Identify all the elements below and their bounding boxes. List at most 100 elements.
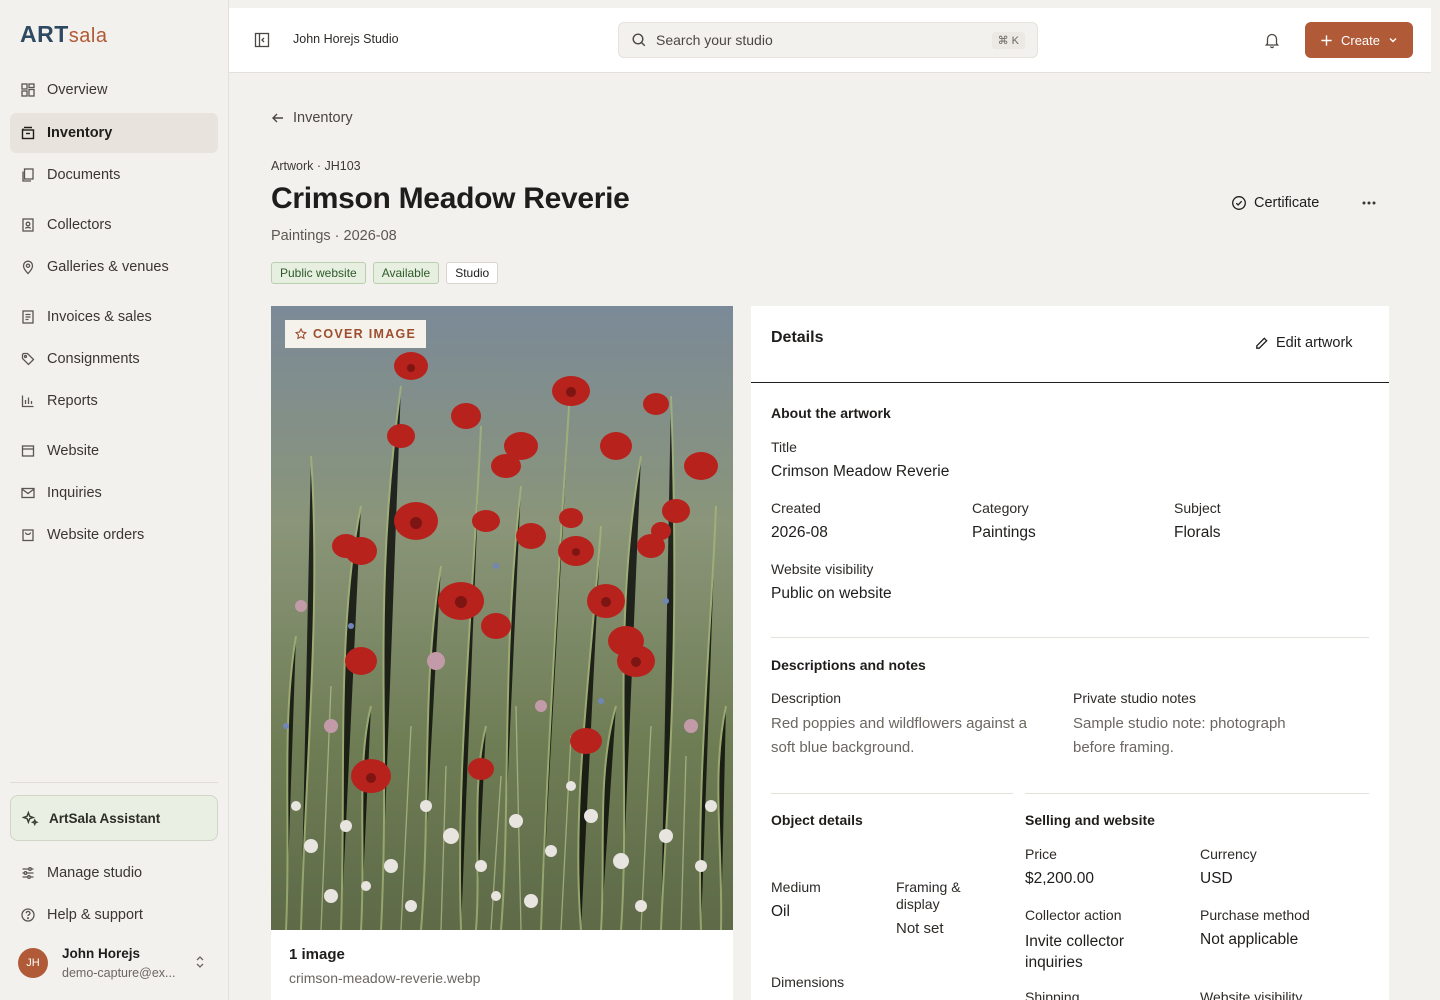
divider (1025, 793, 1369, 794)
map-pin-icon (22, 260, 34, 275)
sidebar-item-inventory[interactable]: Inventory (10, 113, 218, 153)
back-link[interactable]: Inventory (271, 110, 353, 126)
purchase-method-value: Not applicable (1200, 931, 1299, 948)
page-subtitle: Paintings · 2026-08 (271, 228, 397, 244)
sliders-icon (22, 867, 34, 879)
star-icon (295, 328, 307, 340)
certificate-button[interactable]: Certificate (1231, 195, 1319, 211)
sidebar-item-label: Website orders (47, 527, 145, 543)
brand-logo[interactable]: ARTsala (20, 21, 107, 48)
more-options-icon[interactable] (1361, 192, 1377, 212)
status-badge-public: Public website (271, 262, 366, 284)
framing-label-line: display (896, 896, 940, 912)
private-notes-line: Sample studio note: photograph (1073, 715, 1286, 732)
search-shortcut: ⌘ K (991, 32, 1025, 49)
grid-icon (21, 83, 35, 97)
collector-action-line: inquiries (1025, 954, 1083, 971)
studio-name: John Horejs Studio (293, 32, 399, 46)
search-input[interactable] (656, 32, 956, 48)
sparkle-icon (22, 810, 39, 826)
image-filename: crimson-meadow-reverie.webp (289, 970, 481, 986)
created-label: Created (771, 500, 821, 516)
create-button[interactable]: Create (1305, 22, 1413, 58)
sidebar-item-collectors[interactable]: Collectors (10, 205, 218, 245)
sidebar-item-label: Inventory (47, 125, 113, 141)
back-link-label: Inventory (293, 110, 353, 126)
collector-action-label: Collector action (1025, 907, 1122, 923)
invoice-icon (22, 310, 34, 324)
cart-icon (22, 529, 34, 542)
title-label: Title (771, 439, 797, 455)
sidebar-item-inquiries[interactable]: Inquiries (10, 473, 218, 513)
framing-value: Not set (896, 920, 944, 937)
category-label: Category (972, 500, 1029, 516)
mail-icon (21, 487, 35, 499)
artwork-eyebrow: Artwork · JH103 (271, 159, 361, 173)
image-count: 1 image (289, 946, 345, 963)
details-header: Details Edit artwork (751, 306, 1389, 383)
check-circle-icon (1232, 196, 1246, 210)
search-box[interactable]: ⌘ K (618, 22, 1038, 58)
private-notes-label: Private studio notes (1073, 690, 1196, 706)
purchase-method-label: Purchase method (1200, 907, 1310, 923)
divider (771, 637, 1369, 638)
sidebar-item-website[interactable]: Website (10, 431, 218, 471)
website-visibility-label: Website visibility (771, 561, 874, 577)
private-notes-value: Sample studio note: photograph before fr… (1073, 712, 1363, 760)
help-icon (21, 908, 35, 922)
bar-chart-icon (21, 395, 34, 408)
artwork-image[interactable]: COVER IMAGE (271, 306, 733, 930)
collector-action-value: Invite collector inquiries (1025, 931, 1124, 973)
chevron-up-down-icon (196, 956, 204, 968)
sidebar-item-galleries[interactable]: Galleries & venues (10, 247, 218, 287)
private-notes-line: before framing. (1073, 739, 1174, 756)
sidebar-item-label: Reports (47, 393, 98, 409)
dimensions-label: Dimensions (771, 974, 845, 990)
description-value: Red poppies and wildflowers against a so… (771, 712, 1061, 760)
create-button-label: Create (1340, 32, 1381, 48)
manage-studio-link[interactable]: Manage studio (10, 853, 218, 893)
user-name: John Horejs (62, 946, 141, 961)
browser-icon (21, 445, 35, 457)
title-value: Crimson Meadow Reverie (771, 463, 950, 480)
plus-icon (1321, 34, 1332, 46)
edit-artwork-button[interactable]: Edit artwork (1254, 335, 1353, 351)
sidebar-item-invoices[interactable]: Invoices & sales (10, 297, 218, 337)
medium-value: Oil (771, 903, 790, 920)
image-card: COVER IMAGE 1 image crimson-meadow-rever… (271, 306, 733, 1000)
sidebar-item-overview[interactable]: Overview (10, 70, 218, 110)
page-title: Crimson Meadow Reverie (271, 182, 630, 215)
sidebar-item-reports[interactable]: Reports (10, 381, 218, 421)
contact-icon (22, 218, 34, 232)
help-support-label: Help & support (47, 907, 143, 923)
sidebar-item-documents[interactable]: Documents (10, 155, 218, 195)
avatar: JH (18, 948, 48, 978)
sidebar-toggle-icon[interactable] (253, 31, 271, 49)
sidebar-item-label: Invoices & sales (47, 309, 152, 325)
assistant-button[interactable]: ArtSala Assistant (10, 795, 218, 841)
user-email: demo-capture@ex... (62, 966, 176, 980)
sidebar-item-consignments[interactable]: Consignments (10, 339, 218, 379)
divider (771, 793, 1013, 794)
price-value: $2,200.00 (1025, 870, 1094, 887)
sidebar-item-label: Website (47, 443, 100, 459)
user-menu[interactable]: JH John Horejs demo-capture@ex... (18, 940, 218, 986)
collector-action-line: Invite collector (1025, 933, 1125, 950)
help-support-link[interactable]: Help & support (10, 895, 218, 935)
brand-logo-part2: sala (68, 25, 108, 47)
section-selling: Selling and website (1025, 812, 1155, 828)
website-visibility-selling-label: Website visibility (1200, 989, 1303, 1000)
sidebar-item-website-orders[interactable]: Website orders (10, 515, 218, 555)
created-value: 2026-08 (771, 524, 828, 541)
sidebar-item-label: Collectors (47, 217, 112, 233)
documents-icon (22, 168, 34, 182)
sidebar-item-label: Overview (47, 82, 108, 98)
cover-image-label: COVER IMAGE (313, 327, 417, 341)
search-icon (632, 33, 646, 47)
bell-icon[interactable] (1263, 31, 1281, 49)
topbar: John Horejs Studio ⌘ K Create (229, 8, 1431, 73)
price-label: Price (1025, 846, 1057, 862)
app-root: ARTsala Overview Inventory Documents Col… (0, 0, 1440, 1000)
section-about: About the artwork (771, 405, 891, 421)
medium-label: Medium (771, 879, 821, 895)
